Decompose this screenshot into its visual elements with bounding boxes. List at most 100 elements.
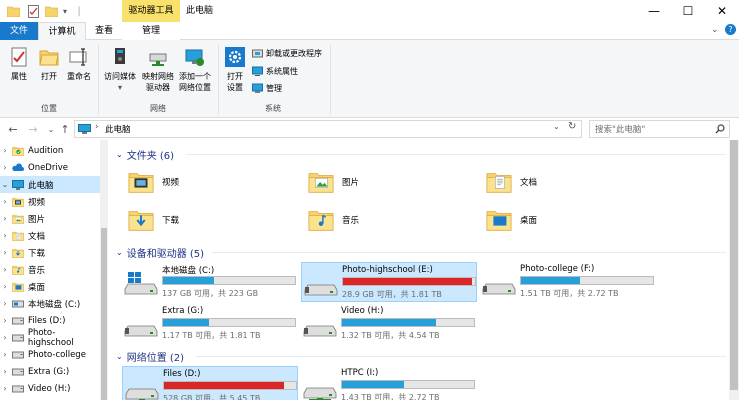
recent-locations-icon[interactable]: ⌄ <box>44 121 58 137</box>
tab-file[interactable]: 文件 <box>0 22 38 40</box>
manage-button[interactable]: 管理 <box>252 82 282 94</box>
title-bar: ▾ | 驱动器工具 此电脑 — ☐ ✕ <box>0 0 739 22</box>
close-button[interactable]: ✕ <box>705 0 739 22</box>
media-server-icon <box>115 48 125 64</box>
chevron-right-icon[interactable]: › <box>0 350 10 359</box>
drive-usage-fill <box>343 278 473 285</box>
qat-dropdown-icon[interactable]: ▾ <box>60 4 70 18</box>
nav-item-label: 下载 <box>28 248 46 259</box>
group-header-network-locations[interactable]: ⌄ 网络位置 (2) <box>116 348 184 364</box>
nav-item[interactable]: › 文档 <box>0 227 100 244</box>
chevron-right-icon[interactable]: › <box>0 333 10 342</box>
search-icon[interactable] <box>715 124 725 134</box>
chevron-right-icon[interactable]: › <box>0 214 10 223</box>
nav-item-label: 此电脑 <box>28 180 54 191</box>
address-bar[interactable]: › 此电脑 ⌄ ↻ <box>74 120 582 138</box>
drive-item[interactable]: Extra (G:) 1.17 TB 可用，共 1.81 TB <box>122 304 298 344</box>
nav-item[interactable]: › 本地磁盘 (C:) <box>0 295 100 312</box>
group-divider <box>196 356 726 357</box>
nav-item[interactable]: › Files (D:) <box>0 312 100 329</box>
minimize-button[interactable]: — <box>637 0 671 22</box>
properties-icon[interactable] <box>26 4 40 18</box>
nav-item-label: Photo-highschool <box>27 327 74 348</box>
folder-label: 图片 <box>342 178 360 188</box>
nav-item[interactable]: › OneDrive <box>0 159 100 176</box>
nav-item[interactable]: › Video (H:) <box>0 380 100 397</box>
new-folder-icon[interactable] <box>44 4 58 18</box>
programs-icon <box>252 49 263 57</box>
documents-folder-icon <box>12 230 24 242</box>
group-header-folders[interactable]: ⌄ 文件夹 (6) <box>116 146 174 162</box>
nav-item[interactable]: › 图片 <box>0 210 100 227</box>
nav-item[interactable]: › Photo-college <box>0 346 100 363</box>
forward-arrow-icon[interactable]: → <box>26 121 40 137</box>
properties-button[interactable]: 属性 <box>6 46 32 82</box>
search-input[interactable]: 搜索"此电脑" <box>589 120 730 138</box>
chevron-right-icon[interactable]: › <box>0 146 10 155</box>
chevron-right-icon[interactable]: › <box>0 265 10 274</box>
tab-view[interactable]: 查看 <box>86 22 122 40</box>
group-label-location: 位置 <box>41 104 57 113</box>
folder-item[interactable]: 图片 <box>308 164 478 200</box>
back-arrow-icon[interactable]: ← <box>6 121 20 137</box>
uninstall-program-button[interactable]: 卸载或更改程序 <box>252 47 322 59</box>
chevron-right-icon[interactable]: › <box>0 248 10 257</box>
address-dropdown-icon[interactable]: ⌄ <box>553 122 560 131</box>
system-properties-button[interactable]: 系统属性 <box>252 65 298 77</box>
chevron-down-icon[interactable]: ⌄ <box>0 180 10 189</box>
nav-item[interactable]: › 桌面 <box>0 278 100 295</box>
folder-item[interactable]: 下载 <box>128 202 298 238</box>
nav-item[interactable]: › 下载 <box>0 244 100 261</box>
chevron-right-icon[interactable]: › <box>0 197 10 206</box>
folder-item[interactable]: 视频 <box>128 164 298 200</box>
system-properties-icon <box>252 66 263 76</box>
access-media-button[interactable]: 访问媒体 ▾ <box>102 46 138 93</box>
maximize-button[interactable]: ☐ <box>671 0 705 22</box>
drive-item[interactable]: Video (H:) 1.32 TB 可用，共 4.54 TB <box>301 304 477 344</box>
folder-item[interactable]: 音乐 <box>308 202 478 238</box>
nav-item-label: 音乐 <box>28 265 46 276</box>
drive-item[interactable]: 本地磁盘 (C:) 137 GB 可用，共 223 GB <box>122 262 298 302</box>
nav-item[interactable]: › Audition <box>0 142 100 159</box>
tab-manage[interactable]: 管理 <box>122 22 180 40</box>
add-network-location-button[interactable]: 添加一个网络位置 <box>176 46 214 93</box>
folder-item[interactable]: 桌面 <box>486 202 656 238</box>
help-icon[interactable]: ? <box>725 24 736 35</box>
nav-item[interactable]: › Extra (G:) <box>0 363 100 380</box>
downloads-folder-icon <box>128 207 154 233</box>
nav-item[interactable]: › 视频 <box>0 193 100 210</box>
drive-item[interactable]: Photo-college (F:) 1.51 TB 可用，共 2.72 TB <box>480 262 656 302</box>
external-drive-icon <box>482 271 516 295</box>
chevron-right-icon[interactable]: › <box>0 282 10 291</box>
qat-separator: | <box>77 5 81 17</box>
drive-item[interactable]: HTPC (I:) 1.43 TB 可用，共 2.72 TB <box>301 366 477 400</box>
nav-scrollbar-thumb[interactable] <box>101 228 107 400</box>
refresh-icon[interactable]: ↻ <box>568 121 576 132</box>
nav-item[interactable]: › Photo-highschool <box>0 327 100 348</box>
drive-item[interactable]: Photo-highschool (E:) 28.9 GB 可用，共 1.81 T… <box>301 262 477 302</box>
network-drive-icon <box>303 375 337 400</box>
breadcrumb[interactable]: 此电脑 <box>105 123 131 135</box>
group-header-devices[interactable]: ⌄ 设备和驱动器 (5) <box>116 244 204 260</box>
nav-item[interactable]: ⌄ 此电脑 <box>0 176 100 193</box>
up-arrow-icon[interactable]: ↑ <box>58 121 72 137</box>
content-scrollbar-thumb[interactable] <box>730 140 738 390</box>
chevron-right-icon[interactable]: › <box>0 384 10 393</box>
rename-button[interactable]: 重命名 <box>64 46 94 82</box>
computer-management-icon <box>252 83 263 93</box>
nav-item-label: 本地磁盘 (C:) <box>28 299 81 310</box>
drive-item[interactable]: Files (D:) 528 GB 可用，共 5.45 TB <box>122 366 298 400</box>
chevron-right-icon[interactable]: › <box>0 299 10 308</box>
collapse-ribbon-icon[interactable]: ⌄ <box>711 25 719 35</box>
tab-computer[interactable]: 计算机 <box>38 22 86 41</box>
chevron-right-icon[interactable]: › <box>0 316 10 325</box>
open-button[interactable]: 打开 <box>36 46 62 82</box>
folder-item[interactable]: 文档 <box>486 164 656 200</box>
drive-usage-bar <box>162 318 296 327</box>
chevron-right-icon[interactable]: › <box>0 231 10 240</box>
open-settings-button[interactable]: 打开设置 <box>222 46 248 93</box>
nav-item[interactable]: › 音乐 <box>0 261 100 278</box>
map-network-drive-button[interactable]: 映射网络驱动器 <box>140 46 176 93</box>
chevron-right-icon[interactable]: › <box>0 367 10 376</box>
chevron-right-icon[interactable]: › <box>0 163 10 172</box>
